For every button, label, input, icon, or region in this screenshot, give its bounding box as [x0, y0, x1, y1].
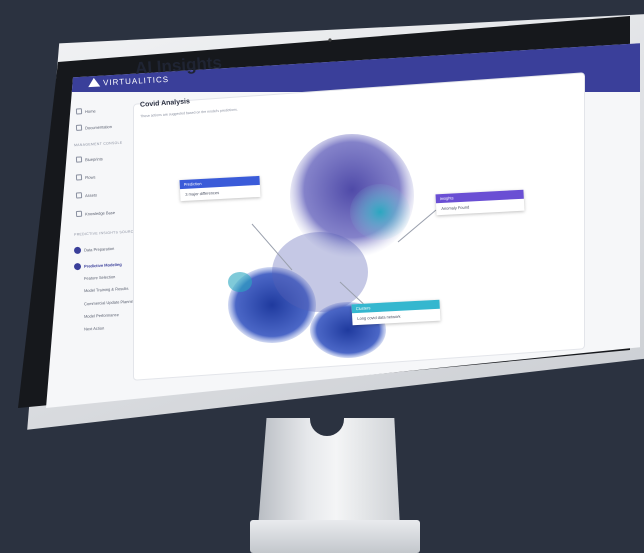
monitor-scene: VIRTUALITICS Home Documentation MANAGEME…	[0, 0, 644, 553]
callout-prediction[interactable]: Prediction 3 major differences	[179, 175, 261, 202]
cluster-visualization[interactable]	[0, 0, 644, 553]
cluster-teal	[350, 184, 410, 240]
cluster-center	[272, 232, 368, 312]
cluster-edge	[228, 272, 252, 292]
